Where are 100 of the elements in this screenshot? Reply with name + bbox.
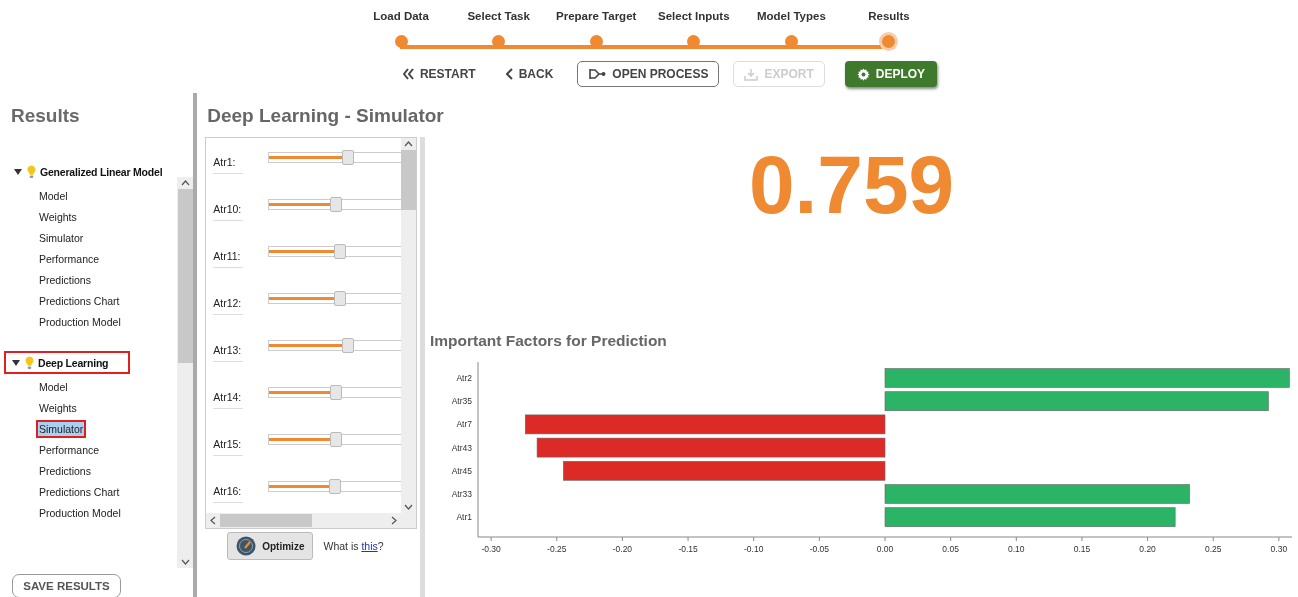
help-text: What is this? (323, 540, 384, 552)
input-label: Atr12: (213, 297, 243, 309)
scroll-thumb[interactable] (177, 189, 193, 363)
scroll-down-icon[interactable] (180, 559, 190, 565)
expand-triangle-icon (12, 359, 20, 366)
tree-item[interactable]: Weights (36, 207, 80, 226)
input-label: Atr1: (213, 156, 237, 168)
scroll-left-icon[interactable] (210, 516, 217, 525)
category-label: Atr35 (451, 396, 472, 407)
slider-thumb[interactable] (342, 338, 355, 353)
tree-item[interactable]: Predictions Chart (36, 291, 123, 310)
slider-thumb[interactable] (334, 291, 347, 306)
chart-title: Important Factors for Prediction (430, 332, 668, 351)
optimize-button[interactable]: Optimize (227, 532, 314, 560)
lightbulb-icon (25, 355, 34, 370)
tick-label: 0.25 (1204, 544, 1222, 554)
slider-thumb[interactable] (334, 244, 347, 259)
tick-label: 0.00 (876, 544, 894, 554)
tick-label: -0.10 (744, 544, 764, 554)
input-label: Atr13: (213, 344, 243, 356)
double-chevron-icon (402, 68, 414, 80)
tick-label: -0.25 (547, 544, 567, 554)
horizontal-scrollbar[interactable] (206, 513, 417, 528)
prediction-value: 0.759 (748, 138, 956, 232)
tick-label: -0.15 (678, 544, 698, 554)
wizard-step[interactable]: Results (840, 10, 938, 48)
tree-item[interactable]: Performance (36, 440, 103, 459)
back-button[interactable]: BACK (499, 62, 560, 86)
tick-label: 0.30 (1270, 544, 1288, 554)
tree-item[interactable]: Weights (36, 398, 80, 417)
tree-item[interactable]: Production Model (36, 312, 124, 331)
slider[interactable] (268, 152, 402, 163)
wizard-step[interactable]: Model Types (742, 10, 841, 48)
category-label: Atr1 (456, 512, 472, 523)
scroll-thumb[interactable] (401, 150, 417, 210)
scroll-right-icon[interactable] (391, 516, 398, 525)
slider[interactable] (268, 387, 402, 398)
tree-item[interactable]: Model (36, 186, 71, 205)
tick-label: 0.05 (942, 544, 959, 554)
input-label: Atr15: (213, 438, 243, 450)
gauge-icon (236, 536, 257, 556)
simulator-title: Deep Learning - Simulator (207, 105, 444, 128)
tree-item[interactable]: Simulator (36, 228, 87, 247)
slider[interactable] (268, 481, 402, 492)
help-link[interactable]: this (361, 540, 378, 552)
tree-item[interactable]: Simulator (36, 419, 87, 438)
restart-button[interactable]: RESTART (396, 62, 482, 86)
tree-item[interactable]: Production Model (36, 503, 124, 522)
gear-icon (856, 67, 870, 81)
tick-label: -0.30 (481, 544, 501, 554)
tree-item[interactable]: Performance (36, 249, 103, 268)
tick-label: -0.05 (809, 544, 830, 554)
input-label: Atr11: (213, 250, 242, 262)
download-icon (744, 67, 759, 81)
input-label: Atr16: (213, 485, 243, 497)
tick-label: 0.10 (1008, 544, 1025, 554)
expand-triangle-icon (14, 168, 22, 175)
scrollbar[interactable] (177, 177, 194, 568)
slider[interactable] (268, 246, 402, 257)
category-label: Atr45 (451, 465, 472, 476)
scroll-up-icon[interactable] (404, 141, 414, 147)
scroll-up-icon[interactable] (180, 180, 190, 186)
slider[interactable] (268, 340, 402, 351)
deploy-button[interactable]: DEPLOY (844, 61, 938, 87)
slider[interactable] (268, 434, 402, 445)
process-icon (588, 68, 607, 80)
scrollbar[interactable] (401, 138, 417, 513)
tree-item[interactable]: Model (36, 377, 71, 396)
input-label: Atr10: (213, 203, 243, 215)
slider[interactable] (268, 293, 402, 304)
slider-thumb[interactable] (330, 197, 343, 212)
wizard-step[interactable]: Load Data (352, 10, 450, 48)
tree-item[interactable]: Predictions (36, 461, 94, 480)
process-button[interactable]: OPEN PROCESS (577, 61, 720, 87)
scroll-thumb[interactable] (220, 514, 313, 527)
tree-item[interactable]: Predictions (36, 270, 94, 289)
tick-label: 0.15 (1073, 544, 1091, 554)
tree-group-item[interactable]: Deep Learning (4, 351, 131, 374)
results-title: Results (11, 105, 81, 128)
lightbulb-icon (27, 164, 36, 179)
slider-thumb[interactable] (330, 385, 343, 400)
category-label: Atr33 (451, 489, 472, 499)
tree-item[interactable]: Predictions Chart (36, 482, 123, 501)
slider-thumb[interactable] (342, 150, 355, 165)
slider-thumb[interactable] (330, 432, 343, 447)
wizard-step[interactable]: Prepare Target (547, 10, 645, 48)
wizard-step[interactable]: Select Inputs (645, 10, 743, 48)
wizard-step[interactable]: Select Task (449, 10, 548, 48)
tick-label: -0.20 (612, 544, 633, 554)
slider-thumb[interactable] (328, 479, 341, 494)
category-label: Atr43 (451, 442, 472, 453)
scroll-down-icon[interactable] (404, 504, 414, 510)
save-results-button[interactable]: SAVE RESULTS (12, 574, 121, 597)
input-label: Atr14: (213, 391, 243, 403)
category-label: Atr2 (456, 373, 472, 383)
tick-label: 0.20 (1139, 544, 1156, 554)
chevron-icon (505, 68, 513, 80)
tree-group-item[interactable]: Generalized Linear Model (10, 160, 167, 183)
category-label: Atr7 (456, 419, 472, 430)
slider[interactable] (268, 199, 402, 210)
